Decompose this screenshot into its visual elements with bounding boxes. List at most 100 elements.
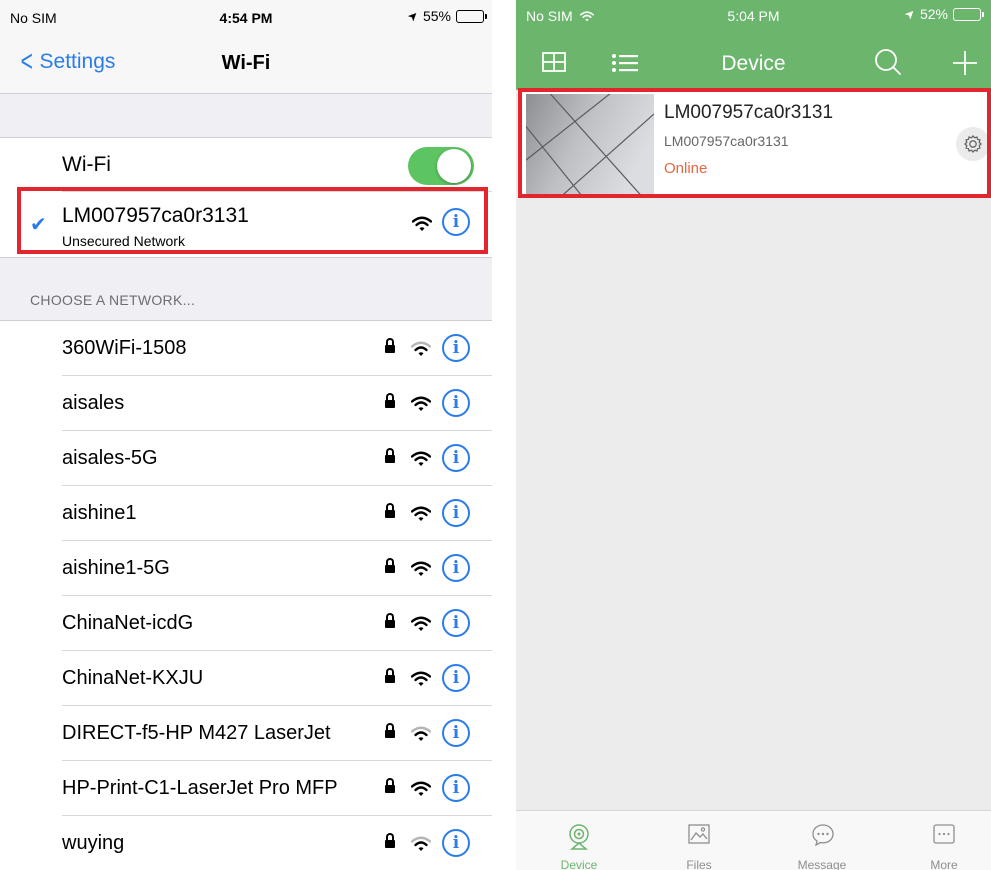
grid-view-icon[interactable] — [542, 52, 566, 72]
lock-icon — [385, 778, 395, 795]
page-title: Device — [721, 52, 786, 75]
wifi-signal-icon — [411, 671, 431, 686]
device-id: LM007957ca0r3131 — [664, 133, 789, 149]
battery-percent: 52% — [919, 6, 948, 22]
network-name: wuying — [62, 832, 125, 854]
info-icon[interactable]: i — [442, 444, 470, 472]
wifi-signal-icon — [411, 341, 431, 356]
tab-files[interactable]: Files — [649, 811, 749, 870]
chevron-left-icon: < — [20, 45, 33, 78]
battery-icon — [456, 9, 487, 23]
lock-icon — [385, 393, 395, 410]
wifi-group: Wi-Fi ✔ LM007957ca0r3131 Unsecured Netwo… — [0, 137, 492, 258]
info-icon[interactable]: i — [442, 664, 470, 692]
wifi-signal-icon — [411, 451, 431, 466]
info-icon[interactable]: i — [442, 554, 470, 582]
back-label: Settings — [39, 50, 116, 73]
network-row[interactable]: ChinaNet-KXJU i — [62, 651, 492, 706]
wifi-label: Wi-Fi — [62, 153, 111, 176]
network-row[interactable]: aishine1 i — [62, 486, 492, 541]
network-name: 360WiFi-1508 — [62, 337, 187, 359]
tab-label: More — [930, 858, 958, 870]
info-icon[interactable]: i — [442, 389, 470, 417]
image-icon — [688, 824, 710, 844]
status-bar: No SIM 5:04 PM ➤ 52% — [516, 0, 991, 30]
gear-icon — [964, 135, 982, 153]
device-title: LM007957ca0r3131 — [664, 102, 834, 123]
search-icon[interactable] — [874, 48, 902, 76]
comparison-screenshot: No SIM 4:54 PM ➤ 55% < Settings Wi-Fi Wi… — [0, 0, 991, 870]
network-name: DIRECT-f5-HP M427 LaserJet — [62, 722, 331, 744]
lock-icon — [385, 503, 395, 520]
info-icon[interactable]: i — [442, 609, 470, 637]
info-icon[interactable]: i — [442, 829, 470, 857]
device-settings-button[interactable] — [956, 127, 990, 161]
info-icon[interactable]: i — [442, 208, 470, 236]
network-row[interactable]: aisales i — [62, 376, 492, 431]
tab-bar: Device Files Message More — [516, 810, 991, 870]
wifi-signal-icon — [411, 726, 431, 741]
device-status: Online — [664, 160, 708, 177]
camera-icon — [569, 824, 589, 850]
tab-more[interactable]: More — [894, 811, 991, 870]
network-row[interactable]: DIRECT-f5-HP M427 LaserJet i — [62, 706, 492, 761]
location-icon: ➤ — [404, 7, 422, 25]
camera-app-device-list: No SIM 5:04 PM ➤ 52% Device LM007957ca0r… — [516, 0, 991, 870]
network-name: ChinaNet-icdG — [62, 612, 194, 634]
ios-wifi-settings: No SIM 4:54 PM ➤ 55% < Settings Wi-Fi Wi… — [0, 0, 492, 870]
lock-icon — [385, 833, 395, 850]
lock-icon — [385, 338, 395, 355]
lock-icon — [385, 723, 395, 740]
toggle-knob — [437, 149, 471, 183]
network-row[interactable]: ChinaNet-icdG i — [62, 596, 492, 651]
network-name: aisales-5G — [62, 447, 158, 469]
info-icon[interactable]: i — [442, 774, 470, 802]
connected-network-subtitle: Unsecured Network — [62, 233, 185, 249]
wifi-signal-icon — [411, 396, 431, 411]
tab-label: Device — [560, 858, 598, 870]
info-icon[interactable]: i — [442, 334, 470, 362]
message-icon — [812, 824, 834, 847]
info-icon[interactable]: i — [442, 499, 470, 527]
wifi-signal-icon — [412, 216, 432, 231]
network-row[interactable]: 360WiFi-1508 i — [62, 321, 492, 376]
navigation-bar: < Settings Wi-Fi — [0, 34, 492, 94]
checkmark-icon: ✔ — [30, 214, 47, 236]
battery-icon — [953, 7, 984, 21]
battery-indicator: ➤ 55% — [404, 7, 487, 25]
wifi-signal-icon — [411, 781, 431, 796]
network-name: HP-Print-C1-LaserJet Pro MFP — [62, 777, 338, 799]
wifi-signal-icon — [411, 836, 431, 851]
lock-icon — [385, 613, 395, 630]
list-view-icon[interactable] — [612, 54, 638, 72]
battery-indicator: ➤ 52% — [901, 5, 984, 23]
status-bar: No SIM 4:54 PM ➤ 55% — [0, 0, 492, 34]
network-row[interactable]: aisales-5G i — [62, 431, 492, 486]
wifi-toggle[interactable] — [408, 147, 474, 185]
network-list: 360WiFi-1508 i aisales i aisales-5G i aishine1… — [0, 320, 492, 870]
more-icon — [933, 824, 955, 844]
camera-thumbnail — [526, 94, 654, 196]
network-name: aishine1 — [62, 502, 137, 524]
network-name: aisales — [62, 392, 125, 414]
app-header: Device — [516, 30, 991, 90]
tab-device[interactable]: Device — [529, 811, 629, 870]
network-row[interactable]: aishine1-5G i — [62, 541, 492, 596]
battery-percent: 55% — [422, 8, 451, 24]
add-icon[interactable] — [952, 50, 978, 76]
wifi-toggle-row: Wi-Fi — [62, 138, 492, 192]
lock-icon — [385, 558, 395, 575]
back-button[interactable]: < Settings — [18, 45, 116, 78]
wifi-signal-icon — [411, 561, 431, 576]
connected-network-name: LM007957ca0r3131 — [62, 204, 249, 227]
network-name: ChinaNet-KXJU — [62, 667, 204, 689]
network-row[interactable]: wuying i — [62, 816, 492, 870]
lock-icon — [385, 668, 395, 685]
network-row[interactable]: HP-Print-C1-LaserJet Pro MFP i — [62, 761, 492, 816]
connected-network-row[interactable]: ✔ LM007957ca0r3131 Unsecured Network i — [0, 192, 492, 258]
tab-message[interactable]: Message — [772, 811, 872, 870]
info-icon[interactable]: i — [442, 719, 470, 747]
device-card[interactable]: LM007957ca0r3131 LM007957ca0r3131 Online — [520, 90, 991, 196]
wifi-signal-icon — [411, 616, 431, 631]
lock-icon — [385, 448, 395, 465]
